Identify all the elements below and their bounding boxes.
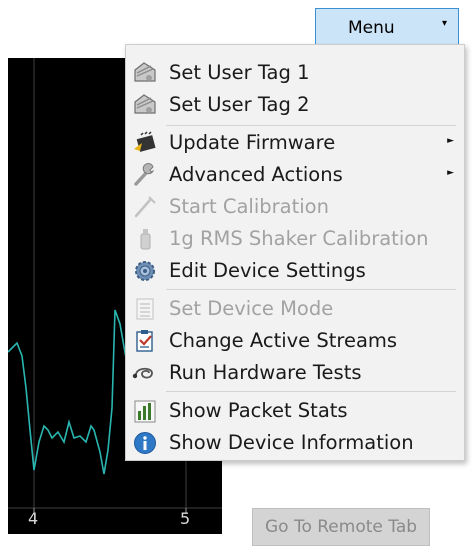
menu-button[interactable]: Menu ▾ bbox=[315, 8, 459, 45]
menu-item-run-hardware-tests[interactable]: Run Hardware Tests bbox=[130, 357, 460, 388]
menu-item-label: Show Packet Stats bbox=[169, 399, 348, 422]
menu-item-label: Start Calibration bbox=[169, 195, 329, 218]
list-icon bbox=[132, 297, 158, 321]
menu-separator bbox=[166, 391, 456, 392]
gear-icon bbox=[132, 259, 158, 283]
x-tick-label: 5 bbox=[180, 509, 191, 528]
menu-item-label: Edit Device Settings bbox=[169, 259, 366, 282]
submenu-arrow-icon: ► bbox=[447, 136, 454, 146]
stethoscope-icon bbox=[132, 361, 158, 385]
menu-separator bbox=[166, 289, 456, 290]
menu-item-change-active-streams[interactable]: Change Active Streams bbox=[130, 325, 460, 356]
calibration-wand-icon bbox=[132, 195, 158, 219]
menu-separator bbox=[166, 125, 456, 126]
menu-item-label: Run Hardware Tests bbox=[169, 361, 362, 384]
menu-button-label: Menu bbox=[348, 18, 395, 38]
chevron-down-icon: ▾ bbox=[441, 18, 447, 29]
menu-item-label: 1g RMS Shaker Calibration bbox=[169, 227, 429, 250]
menu-item-start-calibration[interactable]: Start Calibration bbox=[130, 191, 460, 222]
shaker-icon bbox=[132, 227, 158, 251]
user-tag-icon bbox=[132, 93, 158, 117]
streams-clipboard-icon bbox=[132, 329, 158, 353]
menu-item-label: Update Firmware bbox=[169, 131, 336, 154]
menu-item-edit-device-settings[interactable]: Edit Device Settings bbox=[130, 255, 460, 286]
menu-item-show-packet-stats[interactable]: Show Packet Stats bbox=[130, 395, 460, 426]
firmware-chip-icon bbox=[132, 131, 158, 155]
menu-item-label: Set Device Mode bbox=[169, 297, 334, 320]
menu-item-set-user-tag-1[interactable]: Set User Tag 1 bbox=[130, 57, 460, 88]
menu-item-show-device-information[interactable]: Show Device Information bbox=[130, 427, 460, 458]
info-icon bbox=[132, 431, 158, 455]
menu-item-set-device-mode[interactable]: Set Device Mode bbox=[130, 293, 460, 324]
menu-dropdown: Set User Tag 1 Set User Tag 2 Update Fir… bbox=[125, 44, 465, 461]
submenu-arrow-icon: ► bbox=[447, 168, 454, 178]
menu-item-label: Change Active Streams bbox=[169, 329, 398, 352]
user-tag-icon bbox=[132, 61, 158, 85]
menu-item-label: Advanced Actions bbox=[169, 163, 343, 186]
menu-item-1g-rms-shaker-calibration[interactable]: 1g RMS Shaker Calibration bbox=[130, 223, 460, 254]
menu-item-set-user-tag-2[interactable]: Set User Tag 2 bbox=[130, 89, 460, 120]
menu-item-label: Set User Tag 1 bbox=[169, 61, 310, 84]
x-tick-label: 4 bbox=[28, 509, 39, 528]
wrench-icon bbox=[132, 163, 158, 187]
go-to-remote-tab-button[interactable]: Go To Remote Tab bbox=[252, 508, 430, 546]
menu-item-update-firmware[interactable]: Update Firmware ► bbox=[130, 127, 460, 158]
menu-item-label: Show Device Information bbox=[169, 431, 414, 454]
app-window: 4 5 Menu ▾ Go To Remote Tab Set User Tag… bbox=[0, 0, 476, 550]
menu-item-label: Set User Tag 2 bbox=[169, 93, 310, 116]
menu-item-advanced-actions[interactable]: Advanced Actions ► bbox=[130, 159, 460, 190]
bar-chart-icon bbox=[132, 399, 158, 423]
